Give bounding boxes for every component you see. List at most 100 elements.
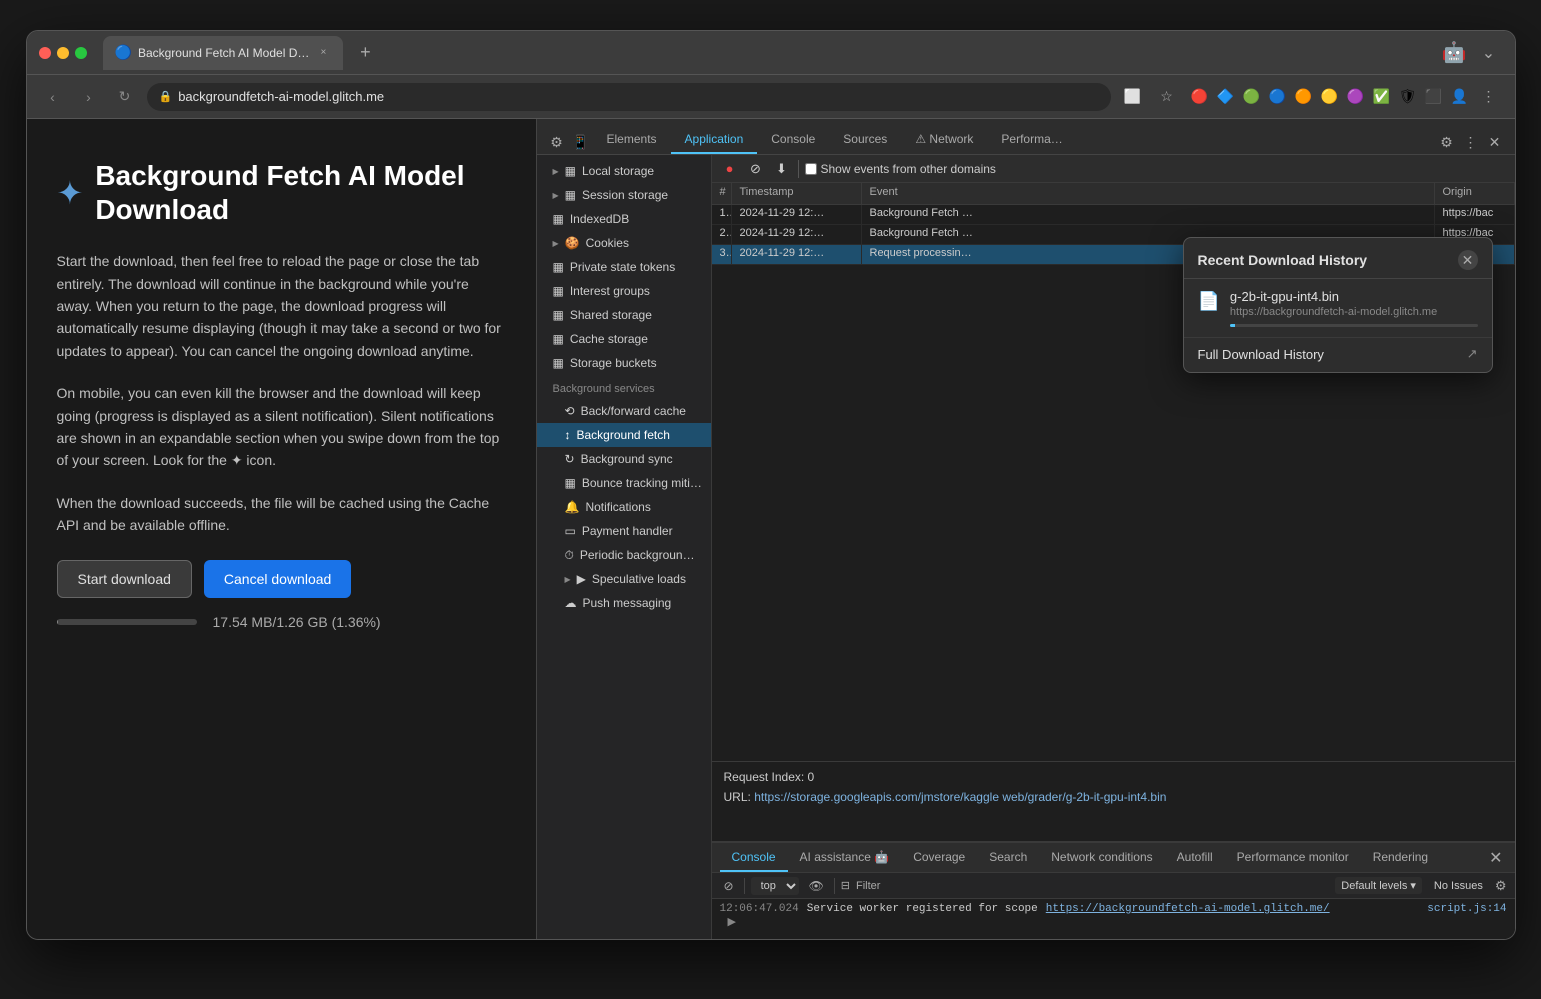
sidebar-item-bounce-tracking[interactable]: ▦ Bounce tracking miti… — [537, 471, 711, 495]
devtools-settings-icon[interactable]: ⚙ — [545, 130, 569, 154]
console-close-button[interactable]: ✕ — [1485, 844, 1506, 872]
storage-icon: ▦ — [553, 332, 564, 346]
sidebar-item-storage-buckets[interactable]: ▦ Storage buckets — [537, 351, 711, 375]
show-other-domains-label: Show events from other domains — [805, 162, 996, 176]
eye-icon[interactable]: 👁 — [805, 877, 828, 895]
row-origin: https://bac — [1435, 205, 1515, 224]
sidebar-label: IndexedDB — [570, 212, 629, 226]
progress-text: 17.54 MB/1.26 GB (1.36%) — [213, 614, 381, 630]
popup-close-button[interactable]: ✕ — [1458, 250, 1478, 270]
sidebar-item-payment-handler[interactable]: ▭ Payment handler — [537, 519, 711, 543]
ext-icon-11[interactable]: 👤 — [1449, 86, 1471, 108]
sidebar-item-cache-storage[interactable]: ▦ Cache storage — [537, 327, 711, 351]
sidebar-item-notifications[interactable]: 🔔 Notifications — [537, 495, 711, 519]
tab-network-conditions[interactable]: Network conditions — [1039, 843, 1164, 872]
ext-icon-3[interactable]: 🟢 — [1241, 86, 1263, 108]
sidebar-item-cookies[interactable]: ▶ 🍪 Cookies — [537, 231, 711, 255]
url-bar[interactable]: 🔒 backgroundfetch-ai-model.glitch.me — [147, 83, 1111, 111]
context-selector[interactable]: top — [751, 877, 799, 895]
devtools-close-icon[interactable]: ✕ — [1483, 130, 1507, 154]
row-timestamp: 2024-11-29 12:… — [732, 245, 862, 264]
sidebar-label: Private state tokens — [570, 260, 675, 274]
console-clear-button[interactable]: ⊘ — [720, 877, 738, 895]
tab-console[interactable]: Console — [757, 126, 829, 154]
full-history-link[interactable]: Full Download History — [1198, 347, 1324, 362]
sidebar-item-push-messaging[interactable]: ☁ Push messaging — [537, 591, 711, 615]
minimize-window-button[interactable] — [57, 47, 69, 59]
sidebar-item-private-state-tokens[interactable]: ▦ Private state tokens — [537, 255, 711, 279]
forward-button[interactable]: › — [75, 83, 103, 111]
reload-button[interactable]: ↻ — [111, 83, 139, 111]
ext-icon-2[interactable]: 🔷 — [1215, 86, 1237, 108]
devtools-gear-icon[interactable]: ⚙ — [1435, 130, 1459, 154]
ext-icon-9[interactable]: 🛡 — [1397, 86, 1419, 108]
sidebar-item-shared-storage[interactable]: ▦ Shared storage — [537, 303, 711, 327]
star-icon[interactable]: ☆ — [1153, 83, 1181, 111]
sidebar-item-indexeddb[interactable]: ▦ IndexedDB — [537, 207, 711, 231]
sidebar-item-periodic-background[interactable]: ⏱ Periodic backgroun… — [537, 543, 711, 567]
tab-performance[interactable]: Performa… — [987, 126, 1076, 154]
cast-icon[interactable]: ⬜ — [1119, 83, 1147, 111]
console-source[interactable]: script.js:14 — [1427, 903, 1506, 915]
tab-sources[interactable]: Sources — [829, 126, 901, 154]
menu-button[interactable]: ⋮ — [1475, 83, 1503, 111]
fullscreen-window-button[interactable] — [75, 47, 87, 59]
record-button[interactable]: ● — [720, 159, 740, 179]
tab-icon: 🔵 — [115, 44, 132, 61]
console-expand-arrow[interactable]: ▶ — [720, 915, 1507, 929]
devtools-more-icon[interactable]: ⋮ — [1459, 130, 1483, 154]
storage-icon: ▦ — [565, 164, 576, 178]
tab-elements[interactable]: Elements — [593, 126, 671, 154]
address-bar: ‹ › ↻ 🔒 backgroundfetch-ai-model.glitch.… — [27, 75, 1515, 119]
start-download-button[interactable]: Start download — [57, 560, 192, 598]
ext-icon-6[interactable]: 🟡 — [1319, 86, 1341, 108]
close-window-button[interactable] — [39, 47, 51, 59]
download-button[interactable]: ⬇ — [772, 159, 792, 179]
console-settings-icon[interactable]: ⚙ — [1495, 878, 1507, 894]
ext-icon-5[interactable]: 🟠 — [1293, 86, 1315, 108]
show-other-domains-checkbox[interactable] — [805, 163, 817, 175]
sidebar-item-speculative-loads[interactable]: ▶ ▶ Speculative loads — [537, 567, 711, 591]
tab-performance-monitor[interactable]: Performance monitor — [1225, 843, 1361, 872]
tab-autofill[interactable]: Autofill — [1165, 843, 1225, 872]
tab-rendering[interactable]: Rendering — [1361, 843, 1440, 872]
tab-console[interactable]: Console — [720, 843, 788, 872]
tab-coverage[interactable]: Coverage — [901, 843, 977, 872]
sidebar-item-local-storage[interactable]: ▶ ▦ Local storage — [537, 159, 711, 183]
sidebar-item-background-fetch[interactable]: ↕ Background fetch — [537, 423, 711, 447]
ext-icon-10[interactable]: ⬛ — [1423, 86, 1445, 108]
row-num: 3 — [712, 245, 732, 264]
browser-tab[interactable]: 🔵 Background Fetch AI Model D… × — [103, 36, 344, 70]
devtools-device-icon[interactable]: 📱 — [569, 130, 593, 154]
cancel-download-button[interactable]: Cancel download — [204, 560, 351, 598]
clear-button[interactable]: ⊘ — [746, 159, 766, 179]
new-tab-button[interactable]: + — [351, 39, 379, 67]
sidebar-item-session-storage[interactable]: ▶ ▦ Session storage — [537, 183, 711, 207]
ext-icon-8[interactable]: ✅ — [1371, 86, 1393, 108]
tab-application[interactable]: Application — [671, 126, 758, 154]
sidebar-item-back-forward-cache[interactable]: ⟲ Back/forward cache — [537, 399, 711, 423]
progress-container: 17.54 MB/1.26 GB (1.36%) — [57, 614, 506, 630]
storage-icon: ▦ — [553, 212, 564, 226]
sidebar-item-background-sync[interactable]: ↻ Background sync — [537, 447, 711, 471]
expand-button[interactable]: ⌄ — [1475, 39, 1503, 67]
sidebar-label: Back/forward cache — [581, 404, 686, 418]
console-link[interactable]: https://backgroundfetch-ai-model.glitch.… — [1046, 903, 1330, 915]
external-link-icon[interactable]: ↗ — [1467, 346, 1478, 362]
main-content: ✦ Background Fetch AI Model Download Sta… — [27, 119, 1515, 940]
tab-ai-assistance[interactable]: AI assistance 🤖 — [788, 843, 902, 872]
tab-search[interactable]: Search — [977, 843, 1039, 872]
popup-header: Recent Download History ✕ — [1184, 238, 1492, 279]
sidebar-item-interest-groups[interactable]: ▦ Interest groups — [537, 279, 711, 303]
ext-icon-4[interactable]: 🔵 — [1267, 86, 1289, 108]
ext-icon-7[interactable]: 🟣 — [1345, 86, 1367, 108]
tab-close-button[interactable]: × — [315, 45, 331, 61]
ext-icon-1[interactable]: 🔴 — [1189, 86, 1211, 108]
tab-network[interactable]: ⚠ Network — [901, 126, 987, 154]
row-timestamp: 2024-11-29 12:… — [732, 225, 862, 244]
back-button[interactable]: ‹ — [39, 83, 67, 111]
default-levels-selector[interactable]: Default levels ▾ — [1335, 877, 1422, 894]
event-row-1[interactable]: 1 2024-11-29 12:… Background Fetch … htt… — [712, 205, 1515, 225]
no-issues-badge: No Issues — [1428, 878, 1489, 894]
page-header: ✦ Background Fetch AI Model Download — [57, 159, 506, 226]
